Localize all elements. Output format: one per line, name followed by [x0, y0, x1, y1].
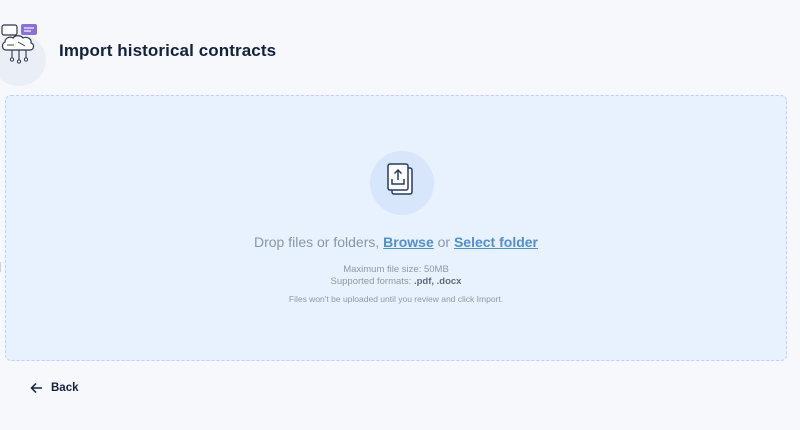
page-title: Import historical contracts	[59, 41, 277, 60]
formats-value: .pdf, .docx	[413, 276, 462, 287]
drop-instructions: Drop files or folders, Browse or Select …	[253, 234, 538, 250]
supported-formats-text: Supported formats: .pdf, .docx	[330, 276, 462, 287]
brain-network-chat-icon	[0, 24, 48, 86]
import-page: Import historical contracts Drop files o…	[0, 0, 800, 430]
max-file-size-text: Maximum file size: 50MB	[343, 264, 449, 275]
page-header: Import historical contracts	[0, 22, 800, 86]
upload-file-icon	[370, 151, 436, 217]
back-button[interactable]: Back	[30, 382, 79, 394]
browse-link[interactable]: Browse	[383, 234, 434, 250]
file-drop-zone[interactable]: Drop files or folders, Browse or Select …	[5, 95, 787, 361]
select-folder-link[interactable]: Select folder	[454, 234, 538, 250]
arrow-left-icon	[30, 382, 42, 394]
upload-note: Files won't be uploaded until you review…	[288, 294, 504, 304]
edge-divider	[0, 262, 3, 272]
back-label: Back	[51, 382, 79, 394]
